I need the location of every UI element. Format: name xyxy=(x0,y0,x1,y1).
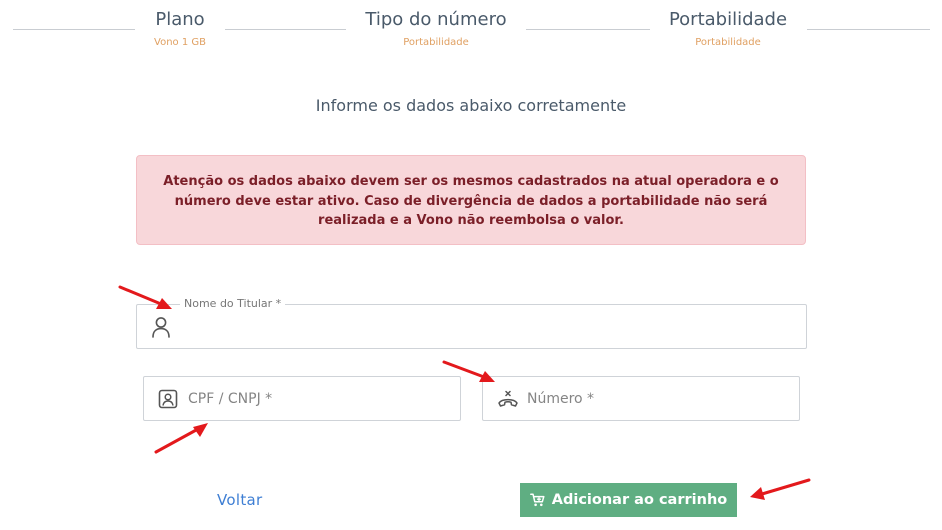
step-3-title: Portabilidade xyxy=(668,9,788,30)
portability-warning-alert: Atenção os dados abaixo devem ser os mes… xyxy=(136,155,806,245)
id-card-icon xyxy=(158,389,178,413)
add-to-cart-button[interactable]: Adicionar ao carrinho xyxy=(520,483,737,517)
cpf-cnpj-placeholder: CPF / CNPJ * xyxy=(188,391,273,407)
step-1-title: Plano xyxy=(155,9,205,30)
user-icon xyxy=(151,316,171,342)
phone-number-placeholder: Número * xyxy=(527,391,595,407)
stepper-line xyxy=(13,29,135,30)
cpf-cnpj-field[interactable]: CPF / CNPJ * xyxy=(143,376,461,421)
stepper-line xyxy=(225,29,346,30)
phone-number-field[interactable]: Número * xyxy=(482,376,800,421)
step-2-title: Tipo do número xyxy=(365,9,507,30)
stepper-line xyxy=(807,29,930,30)
form-heading: Informe os dados abaixo corretamente xyxy=(315,96,627,115)
add-to-cart-label: Adicionar ao carrinho xyxy=(551,492,728,508)
back-link[interactable]: Voltar xyxy=(217,491,262,509)
step-2-subtitle: Portabilidade xyxy=(403,37,469,48)
stepper-line xyxy=(526,29,650,30)
annotation-arrow xyxy=(750,478,811,500)
alert-text: Atenção os dados abaixo devem ser os mes… xyxy=(163,174,779,228)
phone-hangup-icon xyxy=(497,388,519,414)
cart-icon xyxy=(529,493,545,507)
annotation-arrows xyxy=(118,285,811,500)
step-1-subtitle: Vono 1 GB xyxy=(154,37,206,48)
step-3-subtitle: Portabilidade xyxy=(695,37,761,48)
annotation-arrow xyxy=(154,423,208,454)
holder-name-label: Nome do Titular * xyxy=(180,297,286,310)
holder-name-field[interactable]: Nome do Titular * xyxy=(136,297,807,349)
